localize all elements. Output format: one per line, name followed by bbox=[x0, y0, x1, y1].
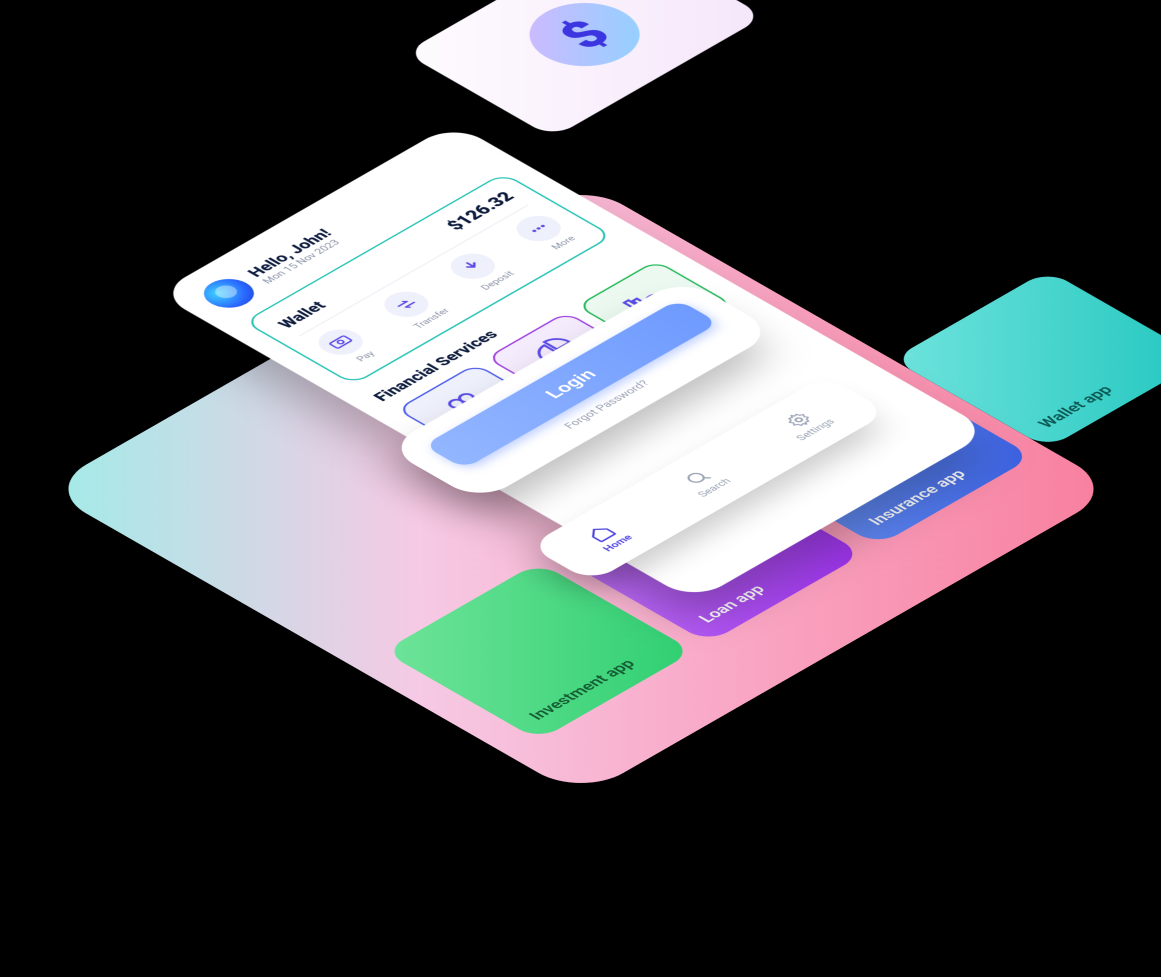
nav-home[interactable]: Home bbox=[578, 520, 634, 552]
wallet-action-more[interactable]: More bbox=[507, 210, 583, 254]
dollar-icon: $ bbox=[506, 0, 662, 79]
nav-search[interactable]: Search bbox=[673, 464, 733, 498]
dollar-card: $ bbox=[404, 0, 765, 137]
nav-settings[interactable]: Settings bbox=[772, 404, 837, 442]
dollar-symbol: $ bbox=[544, 11, 623, 56]
wallet-amount: $126.32 bbox=[442, 189, 518, 233]
action-label: Pay bbox=[353, 349, 377, 363]
wallet-action-transfer[interactable]: Transfer bbox=[375, 286, 452, 330]
wallet-action-deposit[interactable]: Deposit bbox=[441, 248, 517, 292]
avatar[interactable] bbox=[193, 273, 264, 314]
tile-label: Wallet app bbox=[1033, 382, 1116, 430]
wallet-title: Wallet bbox=[273, 298, 330, 331]
wallet-action-pay[interactable]: Pay bbox=[309, 324, 385, 368]
